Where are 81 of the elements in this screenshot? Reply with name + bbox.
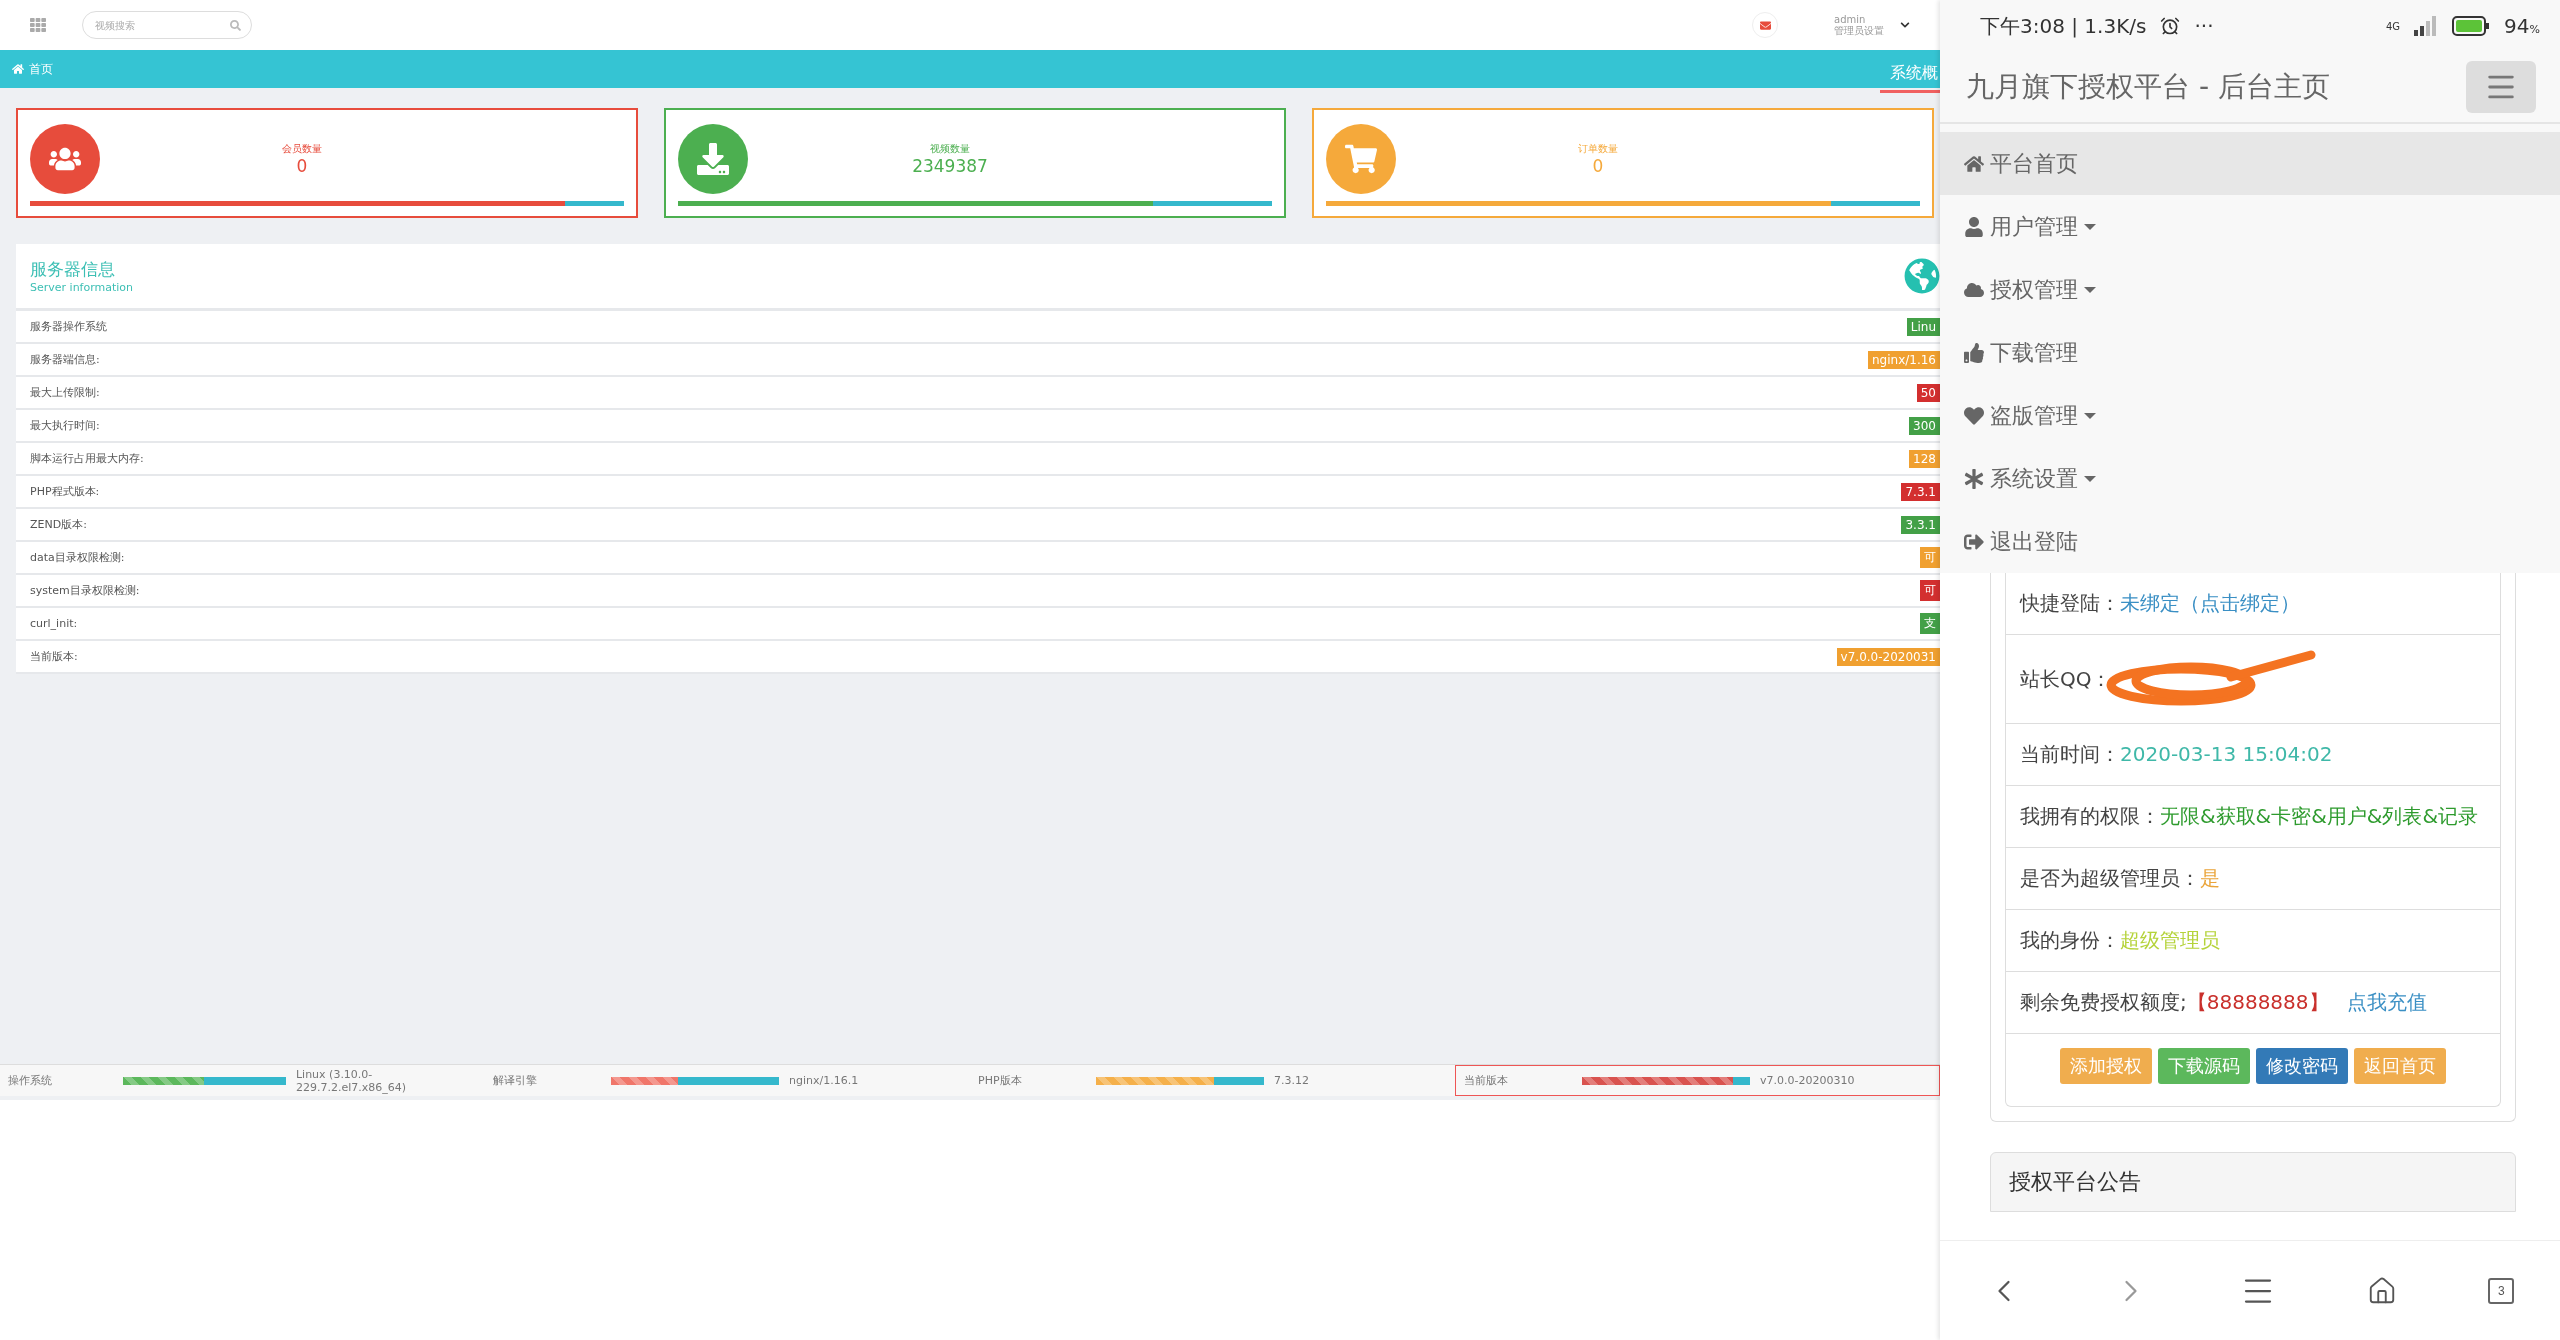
status-label: 操作系统 — [8, 1073, 53, 1088]
status-label: PHP版本 — [978, 1073, 1023, 1088]
mail-button[interactable] — [1752, 12, 1778, 38]
search-input[interactable]: 视频搜索 — [93, 18, 213, 32]
app-title: 九月旗下授权平台 - 后台主页 — [1966, 69, 2330, 105]
nav-menu-item[interactable]: 授权管理 — [1940, 258, 2560, 321]
nav-menu-item[interactable]: 系统设置 — [1940, 447, 2560, 510]
info-row-text: 当前时间：2020-03-13 15:04:02 — [2020, 741, 2333, 768]
info-badge: 128 — [1909, 449, 1940, 468]
info-row-text: 快捷登陆：未绑定（点击绑定） — [2020, 590, 2300, 617]
tabs-button[interactable]: 3 — [2488, 1277, 2515, 1304]
info-label: 服务器端信息: — [30, 352, 100, 367]
info-badge: 7.3.1 — [1901, 482, 1940, 501]
info-label: 当前版本: — [30, 649, 78, 664]
home-icon — [1964, 153, 1984, 174]
info-label: curl_init: — [30, 617, 78, 630]
nav-menu-item[interactable]: 盗版管理 — [1940, 384, 2560, 447]
battery-icon — [2452, 16, 2491, 36]
panel-title: 服务器信息 — [30, 258, 116, 281]
nav-menu-item[interactable]: 平台首页 — [1940, 132, 2560, 195]
info-badge: 可 — [1920, 580, 1940, 601]
nav-menu-item[interactable]: 退出登陆 — [1940, 510, 2560, 573]
thumbs-up-icon — [1964, 342, 1984, 363]
menu-button[interactable] — [2466, 61, 2536, 113]
stat-label: 订单数量 — [1577, 141, 1619, 156]
info-badge: nginx/1.16 — [1867, 350, 1940, 369]
nav-menu-item[interactable]: 用户管理 — [1940, 195, 2560, 258]
status-label: 解译引擎 — [493, 1073, 538, 1088]
info-label: 最大上传限制: — [30, 385, 100, 400]
info-label: system目录权限检测: — [30, 583, 140, 598]
search-icon — [230, 19, 241, 31]
user-icon — [1964, 216, 1984, 237]
caret-icon[interactable] — [1900, 20, 1910, 30]
stat-value: 0 — [1591, 155, 1605, 176]
action-button[interactable]: 修改密码 — [2256, 1048, 2348, 1084]
info-row-text: 是否为超级管理员：是 — [2020, 865, 2220, 892]
info-row-text: 我拥有的权限：无限&获取&卡密&用户&列表&记录 — [2020, 803, 2478, 830]
info-label: ZEND版本: — [30, 517, 87, 532]
announcement-header: 授权平台公告 — [1990, 1152, 2516, 1212]
info-badge: 可 — [1920, 547, 1940, 568]
status-label: 当前版本 — [1464, 1073, 1509, 1088]
info-badge: 支 — [1920, 613, 1940, 634]
info-badge: 300 — [1909, 416, 1940, 435]
user-name: admin — [1834, 14, 1867, 25]
asterisk-icon — [1964, 468, 1984, 489]
mail-icon — [1759, 19, 1771, 31]
stat-value: 2349387 — [911, 155, 989, 176]
status-value: 7.3.12 — [1274, 1074, 1309, 1087]
action-button[interactable]: 下载源码 — [2158, 1048, 2250, 1084]
network-label: 4G — [2385, 20, 2401, 32]
info-label: 站长QQ： — [2020, 666, 2112, 693]
info-label: PHP程式版本: — [30, 484, 100, 499]
info-label: data目录权限检测: — [30, 550, 125, 565]
more-dots: ··· — [2194, 14, 2214, 38]
info-badge: 50 — [1916, 383, 1940, 402]
status-value: v7.0.0-20200310 — [1760, 1074, 1855, 1087]
user-role: 管理员设置 — [1834, 25, 1884, 36]
info-badge: 3.3.1 — [1901, 515, 1940, 534]
battery-level: 94 — [2504, 14, 2530, 38]
panel-subtitle: Server information — [30, 281, 134, 294]
info-row-text: 我的身份：超级管理员 — [2020, 927, 2220, 954]
stat-label: 会员数量 — [281, 141, 323, 156]
info-row-text: 剩余免费授权额度;【88888888】 点我充值 — [2020, 989, 2427, 1016]
info-label: 脚本运行占用最大内存: — [30, 451, 144, 466]
status-value: Linux (3.10.0-229.7.2.el7.x86_64) — [295, 1067, 408, 1094]
info-badge: v7.0.0-2020031 — [1836, 647, 1940, 666]
stat-label: 视频数量 — [929, 141, 971, 156]
heart-icon — [1964, 405, 1984, 426]
percent-sign: % — [2529, 23, 2540, 36]
home-icon — [12, 63, 24, 75]
recharge-link[interactable]: 点我充值 — [2346, 990, 2427, 1014]
signal-icon — [2414, 16, 2439, 36]
info-badge: Linu — [1906, 317, 1940, 336]
status-value: nginx/1.16.1 — [789, 1074, 859, 1087]
alarm-icon — [2160, 16, 2181, 36]
nav-menu-item[interactable]: 下载管理 — [1940, 321, 2560, 384]
globe-icon — [1904, 258, 1940, 294]
stat-value: 0 — [295, 155, 309, 176]
status-time: 下午3:08 | 1.3K/s — [1980, 12, 2147, 40]
info-label: 最大执行时间: — [30, 418, 100, 433]
info-label: 服务器操作系统 — [30, 319, 107, 334]
